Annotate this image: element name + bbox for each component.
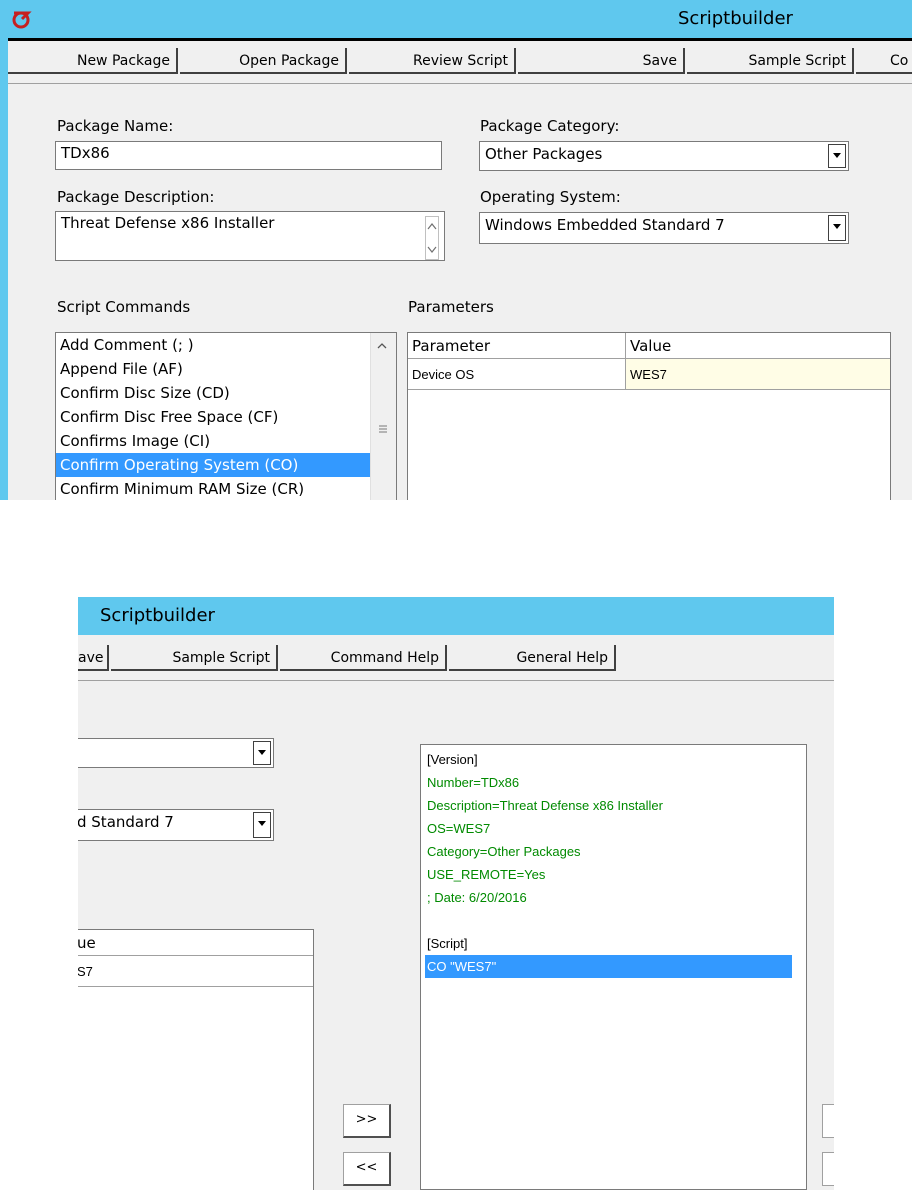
package-description-textarea[interactable]: Threat Defense x86 Installer	[55, 211, 445, 261]
list-item[interactable]: Append File (AF)	[56, 357, 396, 381]
textarea-scroll-arrows-icon[interactable]	[425, 216, 439, 260]
script-line: Number=TDx86	[427, 775, 520, 790]
list-item[interactable]: Confirm Disc Size (CD)	[56, 381, 396, 405]
value-cell[interactable]: WES7	[626, 359, 890, 390]
script-line: USE_REMOTE=Yes	[427, 867, 546, 882]
script-line: [Script]	[427, 936, 468, 951]
chevron-down-icon[interactable]	[253, 741, 271, 765]
save-button[interactable]: Save	[518, 48, 685, 74]
script-line: ; Date: 6/20/2016	[427, 890, 527, 905]
parameter-cell[interactable]: Device OS	[408, 359, 626, 390]
scroll-grip-icon[interactable]	[379, 425, 387, 433]
operating-system-value: d Standard 7	[78, 813, 174, 831]
command-help-button[interactable]: Command Help	[280, 645, 447, 671]
operating-system-select[interactable]: d Standard 7	[78, 809, 274, 841]
toolbar: New Package Open Package Review Script S…	[8, 38, 912, 84]
script-commands-label: Script Commands	[57, 298, 191, 316]
package-description-label: Package Description:	[57, 188, 215, 206]
new-package-button[interactable]: New Package	[8, 48, 178, 74]
script-line: Description=Threat Defense x86 Installer	[427, 798, 663, 813]
scriptbuilder-window-left: Scriptbuilder New Package Open Package R…	[0, 0, 912, 500]
package-category-select[interactable]: Other Packages	[479, 141, 849, 171]
package-description-value: Threat Defense x86 Installer	[61, 214, 275, 232]
parameters-grid[interactable]: Parameter Value Device OS WES7	[407, 332, 891, 500]
remove-command-button[interactable]: <<	[343, 1152, 391, 1186]
package-category-label: Package Category:	[480, 117, 620, 135]
operating-system-value: Windows Embedded Standard 7	[485, 216, 725, 234]
side-button[interactable]	[822, 1104, 834, 1138]
script-commands-list[interactable]: Add Comment (; ) Append File (AF) Confir…	[55, 332, 397, 500]
package-name-label: Package Name:	[57, 117, 174, 135]
list-item-selected[interactable]: Confirm Operating System (CO)	[56, 453, 371, 477]
title-bar: Scriptbuilder	[78, 597, 834, 635]
parameters-label: Parameters	[408, 298, 494, 316]
window-title: Scriptbuilder	[100, 605, 215, 626]
list-item[interactable]: Confirm Minimum RAM Size (CR)	[56, 477, 396, 500]
script-line: OS=WES7	[427, 821, 491, 836]
value-cell[interactable]: S7	[78, 956, 313, 987]
add-command-button[interactable]: >>	[343, 1104, 391, 1138]
general-help-button[interactable]: General Help	[449, 645, 616, 671]
commands-scrollbar[interactable]	[370, 333, 396, 500]
review-script-button[interactable]: Review Script	[349, 48, 516, 74]
title-bar: Scriptbuilder	[0, 0, 912, 38]
value-column-header[interactable]: ue	[78, 930, 313, 956]
sample-script-button[interactable]: Sample Script	[111, 645, 278, 671]
parameters-grid[interactable]: ue S7	[78, 929, 314, 1190]
toolbar-divider	[8, 38, 912, 41]
script-line-selected[interactable]: CO "WES7"	[425, 955, 792, 978]
command-help-button[interactable]: Co	[856, 48, 912, 74]
package-name-input[interactable]: TDx86	[55, 141, 442, 170]
chevron-down-icon[interactable]	[828, 215, 846, 241]
scroll-up-icon[interactable]	[377, 341, 387, 351]
window-left-border	[0, 38, 8, 500]
list-item[interactable]: Confirms Image (CI)	[56, 429, 396, 453]
chevron-down-icon[interactable]	[253, 812, 271, 838]
app-logo-icon	[12, 11, 32, 29]
package-category-select[interactable]	[78, 738, 274, 768]
package-category-value: Other Packages	[485, 145, 603, 163]
script-preview[interactable]: [Version] Number=TDx86 Description=Threa…	[420, 744, 807, 1190]
sample-script-button[interactable]: Sample Script	[687, 48, 854, 74]
toolbar: ave Sample Script Command Help General H…	[78, 635, 834, 681]
parameter-column-header[interactable]: Parameter	[408, 333, 626, 359]
scriptbuilder-window-right: Scriptbuilder ave Sample Script Command …	[78, 597, 834, 1190]
script-line: Category=Other Packages	[427, 844, 581, 859]
operating-system-label: Operating System:	[480, 188, 621, 206]
save-button[interactable]: ave	[78, 645, 109, 671]
operating-system-select[interactable]: Windows Embedded Standard 7	[479, 212, 849, 244]
script-line	[421, 909, 806, 932]
list-item[interactable]: Add Comment (; )	[56, 333, 396, 357]
list-item[interactable]: Confirm Disc Free Space (CF)	[56, 405, 396, 429]
value-column-header[interactable]: Value	[626, 333, 890, 359]
side-button[interactable]	[822, 1152, 834, 1186]
chevron-down-icon[interactable]	[828, 144, 846, 168]
open-package-button[interactable]: Open Package	[180, 48, 347, 74]
script-line: [Version]	[427, 752, 478, 767]
window-title: Scriptbuilder	[678, 8, 793, 29]
